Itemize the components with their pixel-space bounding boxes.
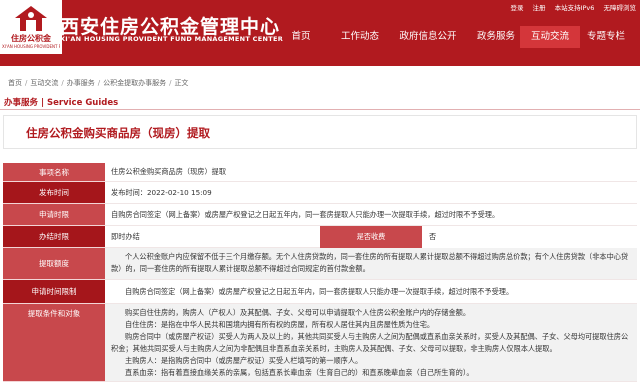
- login-link[interactable]: 登录: [510, 4, 523, 12]
- row-label: 提取额度: [3, 248, 105, 280]
- nav-home[interactable]: 首页: [280, 26, 322, 48]
- row-label: 申请时间限制: [3, 280, 105, 304]
- row-value: 住房公积金购买商品房（现房）提取: [105, 163, 637, 182]
- logo[interactable]: 住房公积金 XI'AN HOUSING PROVIDENT FUND: [0, 0, 62, 54]
- row-label: 申请时限: [3, 204, 105, 226]
- table-row: 发布时间 发布时间：2022-02-10 15:09: [3, 182, 637, 204]
- condition-line: 购房合同中（或房屋产权证）买受人为两人及以上的，其他共同买受人与主购房人之间为配…: [111, 332, 629, 353]
- row-value: 购买自住住房的，购房人（产权人）及其配偶、子女、父母可以申请提取个人住房公积金账…: [105, 304, 637, 382]
- page-title: 住房公积金购买商品房（现房）提取: [26, 126, 210, 140]
- row-value: 自购房合同签定（网上备案）或房屋产权登记之日起五年内，同一套房提取人只能办理一次…: [105, 280, 637, 304]
- accessibility-link[interactable]: 无障碍浏览: [604, 4, 637, 12]
- condition-line: 主购房人：是指购房合同中（或房屋产权证）买受人栏填写的第一顺序人。: [125, 356, 363, 365]
- title-box: 住房公积金购买商品房（现房）提取: [3, 115, 637, 149]
- nav-work-news[interactable]: 工作动态: [334, 26, 386, 48]
- top-links: 登录 注册 本站支持IPv6 无障碍浏览: [503, 2, 636, 12]
- logo-text: 住房公积金: [11, 34, 51, 43]
- section-heading-bar: 办事服务 | Service Guides: [0, 96, 640, 110]
- site-subtitle: XI'AN HOUSING PROVIDENT FUND MANAGEMENT …: [60, 35, 284, 43]
- time-limit-text: 自购房合同签定（网上备案）或房屋产权登记之日起五年内，同一套房提取人只能办理一次…: [125, 286, 514, 296]
- row-value: 自购房合同签定（网上备案）或房屋产权登记之日起五年内，同一套房提取人只能办理一次…: [105, 204, 637, 226]
- row-value: 即时办结: [105, 226, 320, 248]
- breadcrumb-interaction[interactable]: 互动交流: [30, 79, 58, 87]
- logo-text-english: XI'AN HOUSING PROVIDENT FUND: [2, 44, 60, 49]
- table-row: 提取条件和对象 购买自住住房的，购房人（产权人）及其配偶、子女、父母可以申请提取…: [3, 304, 637, 382]
- ipv6-badge: 本站支持IPv6: [554, 4, 595, 12]
- breadcrumb-separator: /: [25, 79, 28, 87]
- fee-label-badge: 是否收费: [320, 226, 422, 248]
- breadcrumb-separator: /: [169, 79, 172, 87]
- fee-value: 否: [429, 232, 437, 241]
- breadcrumb-separator: /: [97, 79, 101, 87]
- breadcrumb: 首页 / 互动交流 / 办事服务 / 公积金提取办事服务 / 正文: [8, 78, 188, 88]
- breadcrumb-services[interactable]: 办事服务: [67, 79, 95, 87]
- withdraw-amount-text: 个人公积金账户内应保留不低于三个月缴存额。无个人住房贷款的，同一套住房的所有提取…: [111, 252, 629, 273]
- breadcrumb-current: 正文: [174, 79, 189, 87]
- nav-gov-services[interactable]: 政务服务: [470, 26, 522, 48]
- nav-interaction[interactable]: 互动交流: [520, 26, 580, 48]
- section-heading: 办事服务 | Service Guides: [4, 98, 119, 108]
- register-link[interactable]: 注册: [533, 4, 546, 12]
- condition-line: 购买自住住房的，购房人（产权人）及其配偶、子女、父母可以申请提取个人住房公积金账…: [125, 308, 471, 317]
- table-row: 申请时间限制 自购房合同签定（网上备案）或房屋产权登记之日起五年内，同一套房提取…: [3, 280, 637, 304]
- house-logo-icon: [15, 6, 47, 31]
- table-row: 办结时限 即时办结 是否收费 否: [3, 226, 637, 248]
- table-row: 事项名称 住房公积金购买商品房（现房）提取: [3, 163, 637, 182]
- row-value: 发布时间：2022-02-10 15:09: [105, 182, 637, 204]
- nav-info-disclosure[interactable]: 政府信息公开: [392, 26, 464, 48]
- table-row: 申请时限 自购房合同签定（网上备案）或房屋产权登记之日起五年内，同一套房提取人只…: [3, 204, 637, 226]
- row-value: 个人公积金账户内应保留不低于三个月缴存额。无个人住房贷款的，同一套住房的所有提取…: [105, 248, 637, 280]
- condition-line: 直系血亲：指有着直接血缘关系的亲属，包括直系长辈血亲（生育自己的）和直系晚辈血亲…: [125, 368, 474, 377]
- row-label: 提取条件和对象: [3, 304, 105, 382]
- row-label: 发布时间: [3, 182, 105, 204]
- nav-special-topics[interactable]: 专题专栏: [580, 26, 632, 48]
- row-label: 办结时限: [3, 226, 105, 248]
- row-label: 事项名称: [3, 163, 105, 182]
- condition-line: 自住住房：是指在中华人民共和国境内拥有所有权的房屋，所有权人居住其内且房屋性质为…: [125, 320, 435, 329]
- breadcrumb-withdraw-services[interactable]: 公积金提取办事服务: [103, 79, 166, 87]
- site-header: 住房公积金 XI'AN HOUSING PROVIDENT FUND 西安住房公…: [0, 0, 640, 66]
- breadcrumb-home[interactable]: 首页: [8, 79, 22, 87]
- table-row: 提取额度 个人公积金账户内应保留不低于三个月缴存额。无个人住房贷款的，同一套住房…: [3, 248, 637, 280]
- breadcrumb-separator: /: [61, 79, 64, 87]
